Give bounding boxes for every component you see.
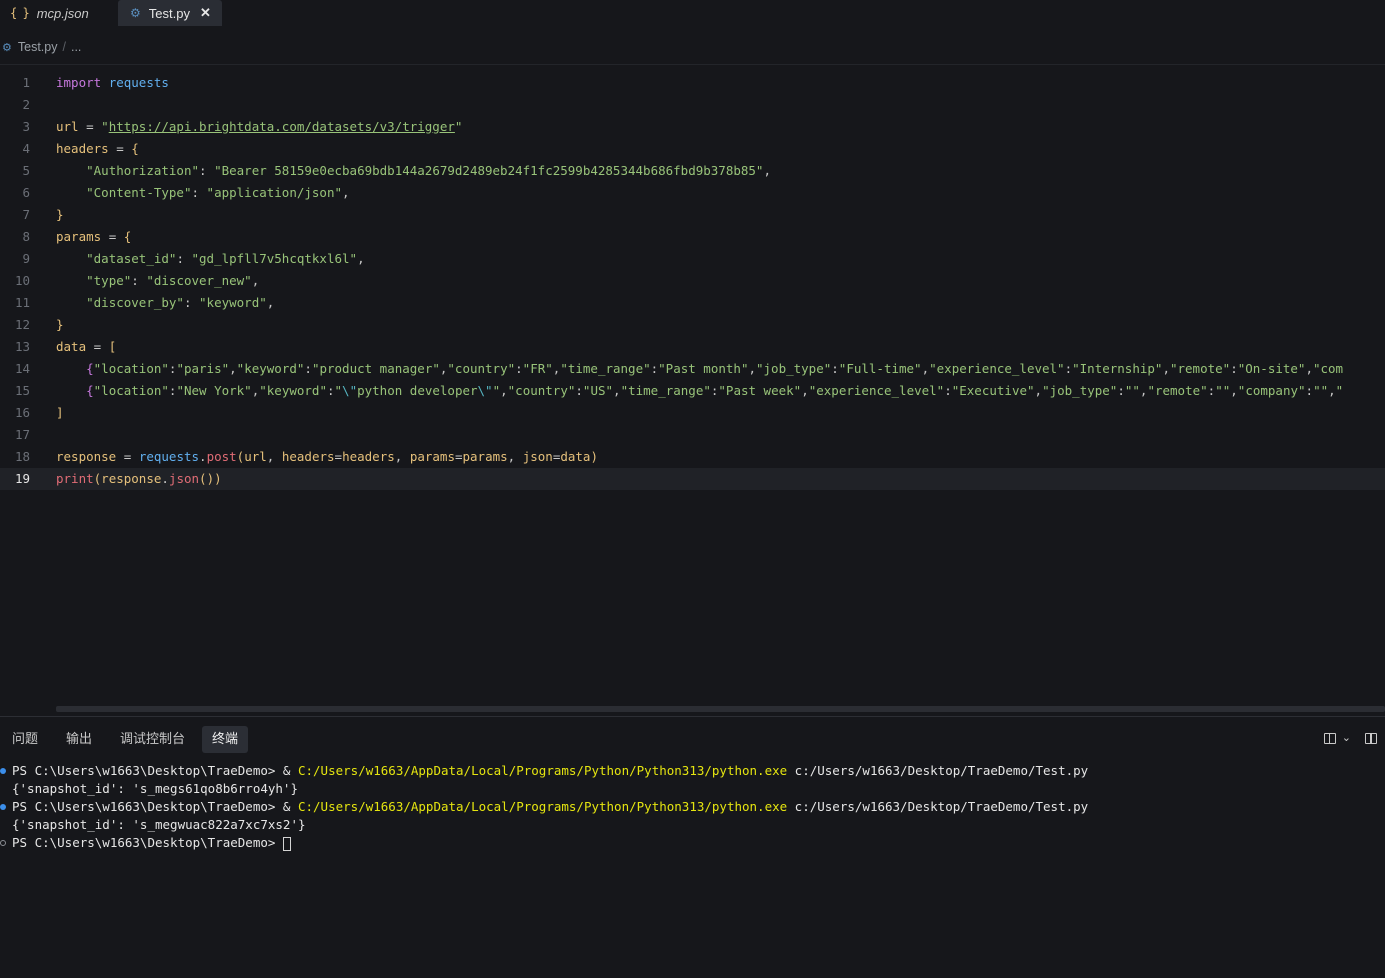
code-text: "discover_by": "keyword", (86, 295, 275, 310)
command-status-icon[interactable] (0, 768, 6, 774)
code-text: params = { (56, 229, 132, 244)
terminal-text: PS C:\Users\w1663\Desktop\TraeDemo> & C:… (12, 799, 1089, 814)
split-icon (1323, 733, 1336, 744)
code-text: {"location":"paris","keyword":"product m… (86, 361, 1344, 376)
breadcrumb: ⚙ Test.py / ... (0, 37, 1385, 57)
code-line[interactable]: 1 import requests (0, 72, 1385, 94)
tab-label: Test.py (148, 5, 190, 21)
code-line[interactable]: 7} (0, 204, 1385, 226)
line-number: 5 (22, 163, 30, 178)
code-text: import requests (56, 75, 169, 90)
terminal-text: {'snapshot_id': 's_megwuac822a7xc7xs2'} (12, 817, 306, 832)
code-line[interactable]: 16] (0, 402, 1385, 424)
line-number: 15 (14, 383, 30, 398)
divider (0, 64, 1385, 65)
line-number: 18 (14, 449, 30, 464)
code-line[interactable]: 10 "type": "discover_new", (0, 270, 1385, 292)
line-number: 9 (22, 251, 30, 266)
line-number: 19 (14, 471, 30, 486)
line-number: 4 (22, 141, 30, 156)
breadcrumb-separator: / (62, 40, 66, 54)
code-line[interactable]: 2 (0, 94, 1385, 116)
line-number: 6 (22, 185, 30, 200)
code-line[interactable]: 18 response = requests.post(url, headers=… (0, 446, 1385, 468)
code-line[interactable]: 19 print(response.json()) (0, 468, 1385, 490)
editor-tab-bar: { } mcp.json ⚙ Test.py ✕ (0, 0, 1385, 26)
tab-terminal[interactable]: 终端 (202, 726, 249, 753)
code-line[interactable]: 6 "Content-Type": "application/json", (0, 182, 1385, 204)
code-line[interactable]: 3 url = "https://api.brightdata.com/datas… (0, 116, 1385, 138)
panel-tab-bar: 问题 输出 调试控制台 终端 (0, 726, 1385, 754)
code-text: data = [ (56, 339, 117, 354)
code-line[interactable]: 13 data = [ (0, 336, 1385, 358)
code-line[interactable]: 14 {"location":"paris","keyword":"produc… (0, 358, 1385, 380)
code-text: "dataset_id": "gd_lpfll7v5hcqtkxl6l", (86, 251, 365, 266)
code-line[interactable]: 8 params = { (0, 226, 1385, 248)
command-status-icon[interactable] (0, 840, 6, 846)
panel-divider[interactable] (0, 716, 1385, 717)
line-number: 7 (22, 207, 30, 222)
chevron-down-icon[interactable]: ⌄ (1342, 731, 1351, 747)
code-line[interactable]: 4 headers = { (0, 138, 1385, 160)
code-line[interactable]: 15 {"location":"New York","keyword":"\"p… (0, 380, 1385, 402)
horizontal-scrollbar[interactable] (56, 706, 1385, 712)
line-number: 14 (14, 361, 30, 376)
tab-test-py[interactable]: ⚙ Test.py ✕ (118, 0, 222, 26)
terminal-cursor (282, 836, 291, 851)
terminal-text: {'snapshot_id': 's_megs61qo8b6rro4yh'} (12, 781, 298, 796)
python-file-icon: ⚙ (130, 6, 141, 20)
code-line[interactable]: 5 "Authorization": "Bearer 58159e0ecba69… (0, 160, 1385, 182)
tab-debug-console[interactable]: 调试控制台 (110, 726, 195, 753)
line-number: 2 (22, 97, 30, 112)
terminal-text: PS C:\Users\w1663\Desktop\TraeDemo> (12, 834, 291, 852)
layout-panel-icon (1365, 733, 1377, 744)
line-number: 8 (22, 229, 30, 244)
code-text: "Content-Type": "application/json", (86, 185, 350, 200)
code-text: } (56, 317, 64, 332)
code-text: {"location":"New York","keyword":"\"pyth… (86, 383, 1344, 398)
code-text: url = "https://api.brightdata.com/datase… (56, 119, 463, 134)
split-terminal-button[interactable] (1323, 731, 1336, 747)
code-text: "type": "discover_new", (86, 273, 260, 288)
close-icon[interactable]: ✕ (200, 5, 211, 21)
line-number: 13 (14, 339, 30, 354)
code-text: headers = { (56, 141, 139, 156)
json-file-icon: { } (10, 6, 30, 20)
toggle-panel-button[interactable] (1365, 731, 1377, 747)
line-number: 12 (14, 317, 30, 332)
code-text: response = requests.post(url, headers=he… (56, 449, 598, 464)
terminal[interactable]: PS C:\Users\w1663\Desktop\TraeDemo> & C:… (0, 762, 1385, 972)
line-number: 11 (14, 295, 30, 310)
line-number: 1 (22, 75, 30, 90)
panel-actions: ⌄ (1323, 731, 1377, 747)
breadcrumb-more[interactable]: ... (71, 40, 81, 54)
tab-mcp-json[interactable]: { } mcp.json (10, 0, 110, 26)
code-line[interactable]: 17 (0, 424, 1385, 446)
tab-output[interactable]: 输出 (56, 726, 102, 753)
line-number: 10 (14, 273, 30, 288)
code-text: ] (56, 405, 64, 420)
command-status-icon[interactable] (0, 804, 6, 810)
code-text: } (56, 207, 64, 222)
code-line[interactable]: 12} (0, 314, 1385, 336)
code-line[interactable]: 9 "dataset_id": "gd_lpfll7v5hcqtkxl6l", (0, 248, 1385, 270)
code-line[interactable]: 11 "discover_by": "keyword", (0, 292, 1385, 314)
tab-problems[interactable]: 问题 (2, 726, 48, 753)
tab-label: mcp.json (36, 5, 89, 21)
line-number: 3 (22, 119, 30, 134)
line-number: 17 (14, 427, 30, 442)
terminal-text: PS C:\Users\w1663\Desktop\TraeDemo> & C:… (12, 763, 1089, 778)
code-text: "Authorization": "Bearer 58159e0ecba69bd… (86, 163, 771, 178)
code-text: print(response.json()) (56, 471, 222, 486)
breadcrumb-file[interactable]: Test.py (18, 40, 58, 54)
line-number: 16 (14, 405, 30, 420)
code-editor[interactable]: 1 import requests 2 3 url = "https://api.bri… (0, 72, 1385, 712)
python-file-icon: ⚙ (2, 41, 12, 54)
